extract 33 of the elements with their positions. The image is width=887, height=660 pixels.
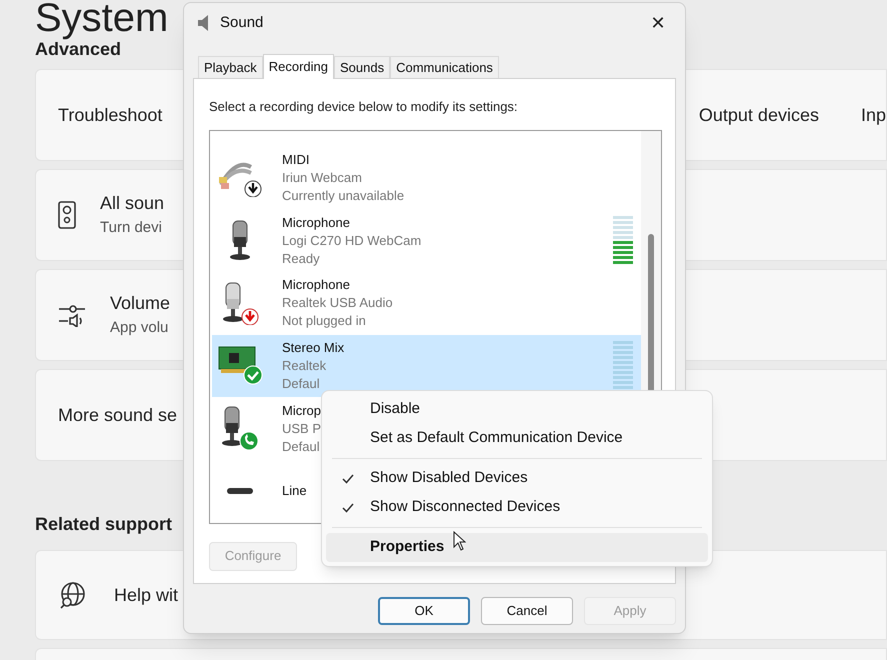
device-detail: Realtek USB Audio — [282, 294, 393, 312]
device-name: Line — [282, 482, 307, 500]
device-detail: USB P — [282, 420, 322, 438]
card-title: Help wit — [114, 584, 178, 607]
device-name: MIDI — [282, 150, 310, 169]
device-detail: Logi C270 HD WebCam — [282, 232, 422, 250]
card-title: All soun — [100, 192, 164, 216]
device-status: Not plugged in — [282, 312, 366, 330]
section-heading: Advanced — [35, 39, 122, 61]
device-name: Microp — [282, 402, 322, 420]
device-detail: Realtek — [282, 356, 326, 375]
card-subtitle: App volu — [110, 318, 170, 338]
device-detail: Iriun Webcam — [282, 168, 362, 187]
device-name: Microphone — [282, 214, 350, 232]
window-title: Sound — [220, 12, 264, 33]
menu-item-label: Properties — [370, 537, 444, 558]
menu-item-label: Show Disabled Devices — [370, 468, 528, 488]
device-name: Microphone — [282, 276, 350, 294]
device-status: Currently unavailable — [282, 186, 404, 205]
card-title: Volume — [110, 292, 170, 316]
menu-item-label: Set as Default Communication Device — [370, 428, 623, 448]
device-status: Ready — [282, 250, 320, 268]
instruction-text: Select a recording device below to modify its settings: — [209, 98, 518, 116]
card-title: Troubleshoot — [58, 104, 162, 126]
device-status: Defaul — [282, 438, 320, 456]
card-title: More sound se — [58, 404, 178, 426]
card-subtitle: Turn devi — [100, 218, 163, 238]
device-status: Defaul — [282, 374, 320, 393]
menu-item-label: Disable — [370, 399, 420, 420]
menu-item-label: Show Disconnected Devices — [370, 497, 560, 518]
page-title: System — [35, 0, 168, 38]
section-heading: Related support — [35, 513, 172, 536]
device-name: Stereo Mix — [282, 338, 344, 357]
